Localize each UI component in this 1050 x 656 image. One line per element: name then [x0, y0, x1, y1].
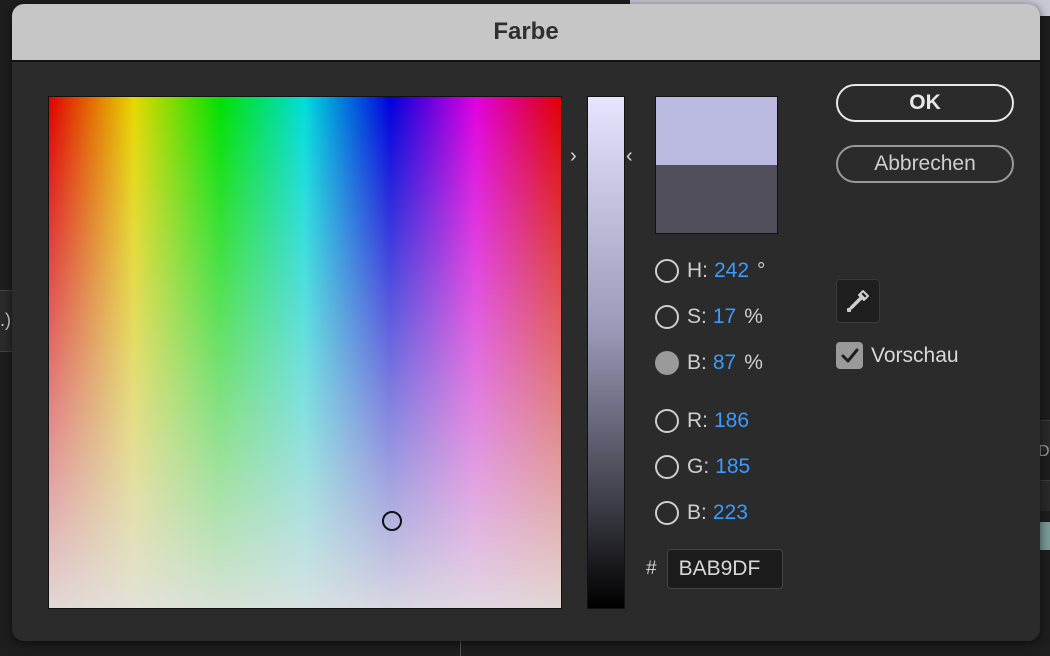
green-label: G:	[687, 455, 710, 478]
brightness-slider[interactable]	[587, 96, 625, 609]
dialog-title: Farbe	[493, 18, 559, 45]
saturation-value[interactable]: 17	[713, 305, 736, 329]
brightness-radio[interactable]	[655, 351, 679, 375]
new-color-swatch	[656, 97, 777, 165]
hue-field: H: 242 °	[655, 255, 765, 287]
brightness-value[interactable]: 87	[713, 351, 736, 375]
preview-label: Vorschau	[871, 343, 959, 367]
brightness-unit: %	[744, 351, 763, 374]
hex-hash-label: #	[646, 558, 657, 579]
dialog-titlebar[interactable]: Farbe	[12, 4, 1040, 62]
eyedropper-button[interactable]	[836, 279, 880, 323]
saturation-label: S:	[687, 305, 707, 328]
background-accent-right	[1040, 522, 1050, 550]
color-swatch	[655, 96, 778, 234]
background-text-left: .)	[0, 310, 11, 330]
hue-radio[interactable]	[655, 259, 679, 283]
cancel-button[interactable]: Abbrechen	[836, 145, 1014, 183]
checkmark-icon	[841, 348, 858, 362]
red-field: R: 186	[655, 405, 757, 437]
eyedropper-icon	[847, 290, 869, 312]
hex-input[interactable]: BAB9DF	[666, 549, 783, 589]
preview-checkbox[interactable]	[836, 342, 863, 369]
saturation-radio[interactable]	[655, 305, 679, 329]
background-divider	[460, 640, 461, 656]
blue-field: B: 223	[655, 497, 756, 529]
blue-value[interactable]: 223	[713, 501, 748, 525]
color-picker-dialog: Farbe › ‹ H: 242 ° S: 17 % B: 87 % R: 18…	[12, 4, 1040, 641]
slider-arrow-right-icon[interactable]: ›	[570, 146, 577, 166]
brightness-label: B:	[687, 351, 707, 374]
hue-value[interactable]: 242	[714, 259, 749, 283]
color-picker-cursor[interactable]	[382, 511, 402, 531]
hue-label: H:	[687, 259, 708, 282]
green-field: G: 185	[655, 451, 758, 483]
green-radio[interactable]	[655, 455, 679, 479]
hex-field: # BAB9DF	[646, 549, 783, 589]
red-radio[interactable]	[655, 409, 679, 433]
hue-unit: °	[757, 259, 766, 282]
green-value[interactable]: 185	[715, 455, 750, 479]
blue-radio[interactable]	[655, 501, 679, 525]
old-color-swatch[interactable]	[656, 165, 777, 233]
saturation-unit: %	[744, 305, 763, 328]
preview-option[interactable]: Vorschau	[836, 342, 959, 369]
color-field[interactable]	[48, 96, 562, 609]
brightness-field: B: 87 %	[655, 347, 763, 379]
slider-arrow-left-icon[interactable]: ‹	[626, 146, 633, 166]
red-value[interactable]: 186	[714, 409, 749, 433]
ok-button[interactable]: OK	[836, 84, 1014, 122]
red-label: R:	[687, 409, 708, 432]
blue-label: B:	[687, 501, 707, 524]
color-field-white-layer	[49, 97, 561, 608]
saturation-field: S: 17 %	[655, 301, 763, 333]
